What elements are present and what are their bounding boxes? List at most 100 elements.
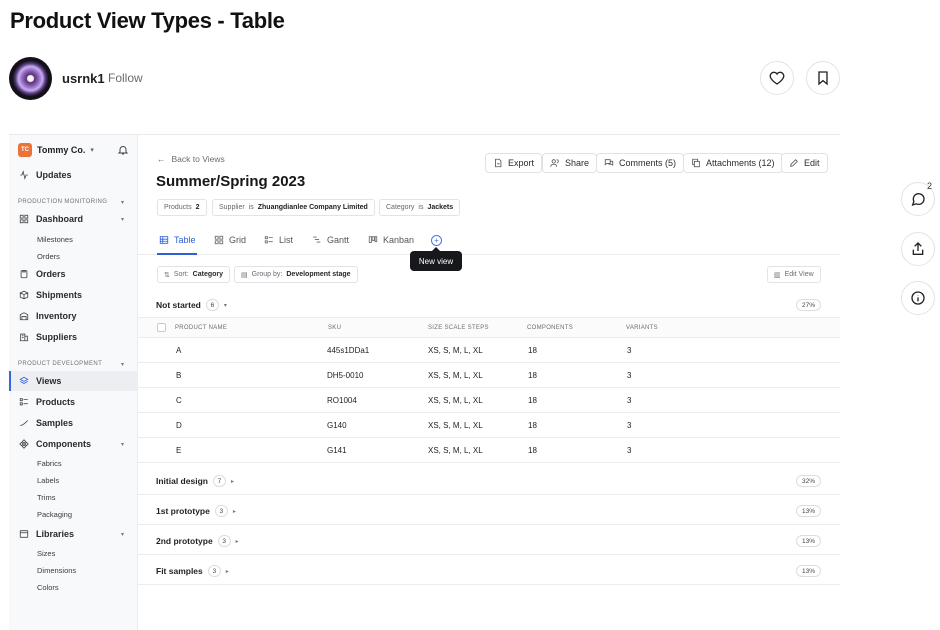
sidebar-item-label: Samples — [36, 418, 74, 428]
list-icon — [264, 236, 273, 244]
book-icon — [19, 530, 29, 538]
sidebar-item-dimensions[interactable]: Dimensions — [37, 566, 76, 575]
sidebar-item-dashboard-orders[interactable]: Orders — [37, 252, 60, 261]
column-header[interactable]: SKU — [328, 325, 341, 331]
chevron-down-icon[interactable]: ▾ — [121, 441, 124, 448]
org-switcher[interactable]: TC Tommy Co. ▾ — [18, 143, 94, 157]
group-percentage: 27% — [795, 299, 821, 311]
sort-icon: ⇅ — [164, 271, 170, 279]
group-fit-samples[interactable]: Fit samples 3 ▸ 13% — [138, 555, 840, 585]
group-percentage: 13% — [795, 505, 821, 517]
sidebar-item-label: Inventory — [36, 311, 77, 321]
chevron-right-icon: ▸ — [232, 508, 236, 515]
sidebar-item-milestones[interactable]: Milestones — [37, 235, 73, 244]
group-initial-design[interactable]: Initial design 7 ▸ 32% — [138, 464, 840, 495]
tab-label: Gantt — [327, 235, 350, 245]
tab-kanban[interactable]: Kanban — [368, 235, 414, 245]
column-header[interactable]: SIZE SCALE STEPS — [428, 325, 489, 331]
sidebar-item-components[interactable]: Components — [19, 439, 91, 449]
sidebar-item-label: Components — [36, 439, 91, 449]
table-row[interactable]: B DH5-0010 XS, S, M, L, XL 18 3 — [138, 363, 840, 388]
app-window: TC Tommy Co. ▾ Updates PRODUCTION MONITO… — [9, 134, 840, 630]
tab-list[interactable]: List — [264, 235, 293, 245]
chevron-down-icon[interactable]: ▾ — [121, 199, 124, 206]
export-button[interactable]: Export — [485, 153, 543, 173]
sidebar-item-packaging[interactable]: Packaging — [37, 510, 72, 519]
cell-components: 18 — [528, 371, 537, 380]
edit-button[interactable]: Edit — [781, 153, 828, 173]
sidebar-item-fabrics[interactable]: Fabrics — [37, 459, 62, 468]
sort-button[interactable]: ⇅ Sort: Category — [157, 266, 231, 283]
filter-chip-products[interactable]: Products 2 — [157, 199, 207, 216]
comments-button[interactable]: Comments (5) — [596, 153, 685, 173]
tab-gantt[interactable]: Gantt — [312, 235, 349, 245]
sidebar-item-samples[interactable]: Samples — [19, 418, 73, 428]
group-percentage: 13% — [795, 535, 821, 547]
column-header[interactable]: PRODUCT NAME — [175, 325, 227, 331]
share-label: Share — [565, 158, 590, 168]
group-by-button[interactable]: ▤ Group by: Development stage — [234, 266, 358, 283]
sidebar-item-trims[interactable]: Trims — [37, 493, 55, 502]
chip-value: 2 — [195, 204, 200, 211]
sidebar-item-libraries[interactable]: Libraries — [19, 529, 74, 539]
chevron-down-icon[interactable]: ▾ — [121, 361, 124, 368]
section-product-development: PRODUCT DEVELOPMENT — [18, 361, 103, 367]
column-header[interactable]: VARIANTS — [626, 325, 658, 331]
sidebar-item-dashboard[interactable]: Dashboard — [19, 214, 83, 224]
info-fab[interactable] — [901, 281, 935, 315]
chevron-right-icon: ▸ — [225, 568, 229, 575]
table-row[interactable]: D G140 XS, S, M, L, XL 18 3 — [138, 413, 840, 438]
notification-bell-icon[interactable] — [117, 144, 129, 156]
group-not-started[interactable]: Not started 6 ▾ 27% — [138, 293, 840, 317]
author-avatar[interactable] — [9, 57, 52, 100]
add-view-icon[interactable]: + — [431, 235, 442, 246]
cell-sku: 445s1DDa1 — [327, 346, 370, 355]
column-header[interactable]: COMPONENTS — [527, 325, 573, 331]
attachments-button[interactable]: Attachments (12) — [683, 153, 783, 173]
sidebar-item-inventory[interactable]: Inventory — [19, 311, 77, 321]
cell-sizes: XS, S, M, L, XL — [428, 446, 483, 455]
follow-button[interactable]: Follow — [108, 71, 143, 85]
group-1st-prototype[interactable]: 1st prototype 3 ▸ 13% — [138, 495, 840, 525]
group-icon: ▤ — [241, 271, 248, 279]
author-name[interactable]: usrnk1 — [62, 71, 105, 86]
group-2nd-prototype[interactable]: 2nd prototype 3 ▸ 13% — [138, 525, 840, 555]
like-button[interactable] — [760, 61, 794, 95]
sidebar-item-updates[interactable]: Updates — [19, 170, 72, 180]
chevron-down-icon[interactable]: ▾ — [121, 531, 124, 538]
org-name: Tommy Co. — [37, 145, 86, 155]
tab-label: List — [279, 235, 294, 245]
table-row[interactable]: A 445s1DDa1 XS, S, M, L, XL 18 3 — [138, 338, 840, 363]
select-all-checkbox[interactable] — [157, 323, 166, 332]
sidebar-item-shipments[interactable]: Shipments — [19, 290, 82, 300]
sidebar-item-orders[interactable]: Orders — [19, 269, 66, 279]
chip-key: Supplier — [219, 204, 245, 211]
cell-sizes: XS, S, M, L, XL — [428, 396, 483, 405]
tab-table[interactable]: Table — [159, 235, 196, 245]
filter-chip-category[interactable]: Category is Jackets — [379, 199, 461, 216]
activity-icon — [20, 170, 28, 180]
back-link[interactable]: ← Back to Views — [157, 154, 225, 164]
arrow-left-icon: ← — [157, 154, 166, 164]
sidebar-item-sizes[interactable]: Sizes — [37, 549, 55, 558]
sidebar-item-products[interactable]: Products — [19, 397, 75, 407]
share-fab[interactable] — [901, 232, 935, 266]
tab-grid[interactable]: Grid — [214, 235, 246, 245]
back-link-label: Back to Views — [171, 154, 225, 164]
chevron-right-icon: ▸ — [235, 538, 239, 545]
table-row[interactable]: E G141 XS, S, M, L, XL 18 3 — [138, 438, 840, 463]
share-button[interactable]: Share — [542, 153, 598, 173]
edit-view-button[interactable]: ▥ Edit View — [767, 266, 821, 283]
table-row[interactable]: C RO1004 XS, S, M, L, XL 18 3 — [138, 388, 840, 413]
sidebar-item-suppliers[interactable]: Suppliers — [19, 332, 77, 342]
sidebar-item-labels[interactable]: Labels — [37, 476, 59, 485]
bookmark-button[interactable] — [806, 61, 840, 95]
chat-icon — [604, 159, 614, 166]
chevron-down-icon[interactable]: ▾ — [121, 216, 124, 223]
gantt-icon — [313, 236, 321, 243]
cell-sku: G141 — [327, 446, 347, 455]
filter-chip-supplier[interactable]: Supplier is Zhuangdianlee Company Limite… — [212, 199, 375, 216]
sidebar-item-colors[interactable]: Colors — [37, 583, 59, 592]
sidebar-item-views[interactable]: Views — [19, 376, 61, 386]
heart-icon — [769, 71, 785, 85]
